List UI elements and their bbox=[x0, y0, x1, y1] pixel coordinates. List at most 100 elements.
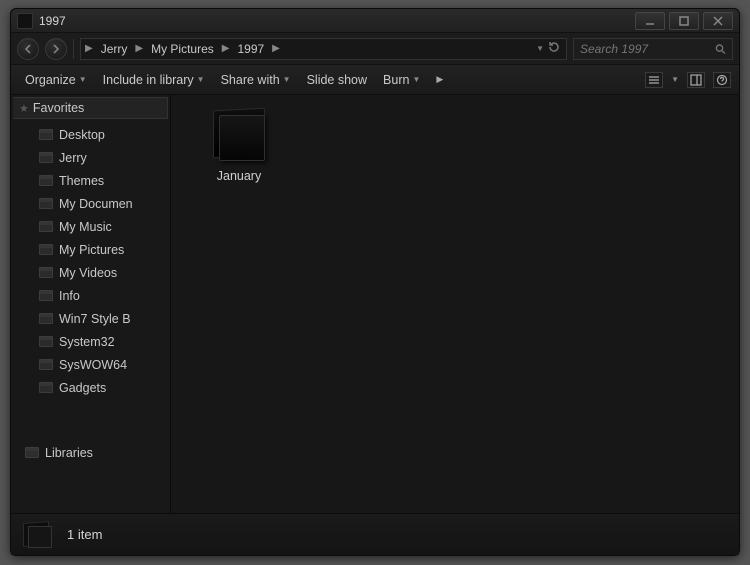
sidebar-item-label: Info bbox=[59, 289, 80, 303]
star-icon: ★ bbox=[19, 102, 29, 115]
include-in-library-menu[interactable]: Include in library▼ bbox=[97, 69, 211, 91]
search-icon bbox=[715, 43, 726, 55]
folder-icon bbox=[39, 336, 53, 347]
refresh-icon bbox=[548, 41, 560, 53]
sidebar-item[interactable]: My Videos bbox=[11, 261, 170, 284]
chevron-right-icon: ▶ bbox=[83, 43, 95, 54]
address-bar[interactable]: ▶ Jerry ▶ My Pictures ▶ 1997 ▶ ▼ bbox=[80, 38, 567, 60]
help-button[interactable] bbox=[713, 72, 731, 88]
chevron-right-icon: ▶ bbox=[133, 43, 145, 54]
forward-button[interactable] bbox=[45, 38, 67, 60]
sidebar-item[interactable]: Win7 Style B bbox=[11, 307, 170, 330]
folder-icon bbox=[39, 129, 53, 140]
details-summary: 1 item bbox=[67, 527, 102, 542]
menu-label: Organize bbox=[25, 73, 76, 87]
breadcrumb-part[interactable]: 1997 bbox=[231, 39, 270, 59]
organize-menu[interactable]: Organize▼ bbox=[19, 69, 93, 91]
minimize-icon bbox=[645, 16, 655, 26]
folder-item[interactable]: January bbox=[193, 103, 285, 183]
change-view-button[interactable] bbox=[645, 72, 663, 88]
minimize-button[interactable] bbox=[635, 12, 665, 30]
section-label: Favorites bbox=[33, 101, 84, 115]
sidebar-item-label: My Pictures bbox=[59, 243, 124, 257]
content-pane[interactable]: January bbox=[171, 95, 739, 513]
folder-icon bbox=[39, 198, 53, 209]
folder-icon bbox=[39, 290, 53, 301]
window-icon bbox=[17, 13, 33, 29]
preview-pane-icon bbox=[690, 74, 702, 86]
folder-large-icon bbox=[207, 103, 271, 163]
forward-arrow-icon bbox=[51, 44, 61, 54]
folder-icon bbox=[39, 267, 53, 278]
folder-icon bbox=[39, 175, 53, 186]
sidebar-item[interactable]: Info bbox=[11, 284, 170, 307]
search-box[interactable] bbox=[573, 38, 733, 60]
help-icon bbox=[716, 74, 728, 86]
explorer-window: 1997 ▶ Jerry ▶ My Pictures ▶ 1 bbox=[10, 8, 740, 556]
sidebar-item-label: Win7 Style B bbox=[59, 312, 131, 326]
folder-icon bbox=[39, 359, 53, 370]
breadcrumb-part[interactable]: Jerry bbox=[95, 39, 134, 59]
burn-menu[interactable]: Burn▼ bbox=[377, 69, 426, 91]
command-bar-right: ▼ bbox=[645, 72, 731, 88]
sidebar-item[interactable]: My Documen bbox=[11, 192, 170, 215]
command-bar: Organize▼ Include in library▼ Share with… bbox=[11, 65, 739, 95]
sidebar-item[interactable]: Themes bbox=[11, 169, 170, 192]
sidebar-item[interactable]: Desktop bbox=[11, 123, 170, 146]
breadcrumb-part[interactable]: My Pictures bbox=[145, 39, 220, 59]
sidebar-item-label: System32 bbox=[59, 335, 115, 349]
details-thumbnail-icon bbox=[21, 520, 55, 550]
refresh-button[interactable] bbox=[548, 41, 560, 56]
sidebar-item-label: Themes bbox=[59, 174, 104, 188]
window-buttons bbox=[631, 12, 733, 30]
sidebar-item-label: My Music bbox=[59, 220, 112, 234]
overflow-chevron-icon[interactable]: ▶ bbox=[430, 74, 449, 85]
close-icon bbox=[713, 16, 723, 26]
sidebar-item-label: My Videos bbox=[59, 266, 117, 280]
sidebar-item[interactable]: My Music bbox=[11, 215, 170, 238]
sidebar-item[interactable]: Jerry bbox=[11, 146, 170, 169]
chevron-down-icon: ▼ bbox=[197, 75, 205, 84]
libraries-header[interactable]: Libraries bbox=[11, 441, 170, 464]
sidebar-item[interactable]: System32 bbox=[11, 330, 170, 353]
libraries-icon bbox=[25, 447, 39, 458]
maximize-button[interactable] bbox=[669, 12, 699, 30]
chevron-right-icon: ▶ bbox=[220, 43, 232, 54]
sidebar-item[interactable]: My Pictures bbox=[11, 238, 170, 261]
favorites-header[interactable]: ★ Favorites bbox=[13, 97, 168, 119]
chevron-down-icon: ▼ bbox=[412, 75, 420, 84]
search-input[interactable] bbox=[580, 42, 711, 56]
maximize-icon bbox=[679, 16, 689, 26]
menu-label: Burn bbox=[383, 73, 409, 87]
chevron-down-icon: ▼ bbox=[283, 75, 291, 84]
history-dropdown-icon[interactable]: ▼ bbox=[536, 44, 544, 53]
menu-label: Share with bbox=[221, 73, 280, 87]
folder-icon bbox=[39, 152, 53, 163]
slideshow-button[interactable]: Slide show bbox=[301, 69, 373, 91]
menu-label: Slide show bbox=[307, 73, 367, 87]
folder-icon bbox=[39, 221, 53, 232]
close-button[interactable] bbox=[703, 12, 733, 30]
titlebar[interactable]: 1997 bbox=[11, 9, 739, 33]
address-bar-end: ▼ bbox=[536, 41, 564, 56]
navigation-pane[interactable]: ★ Favorites Desktop Jerry Themes My Docu… bbox=[11, 95, 171, 513]
sidebar-item[interactable]: Gadgets bbox=[11, 376, 170, 399]
sidebar-item-label: SysWOW64 bbox=[59, 358, 127, 372]
folder-label: January bbox=[217, 169, 261, 183]
body: ★ Favorites Desktop Jerry Themes My Docu… bbox=[11, 95, 739, 513]
sidebar-item-label: Jerry bbox=[59, 151, 87, 165]
share-with-menu[interactable]: Share with▼ bbox=[215, 69, 297, 91]
chevron-down-icon[interactable]: ▼ bbox=[671, 75, 679, 84]
back-button[interactable] bbox=[17, 38, 39, 60]
sidebar-item-label: Desktop bbox=[59, 128, 105, 142]
section-label: Libraries bbox=[45, 446, 93, 460]
menu-label: Include in library bbox=[103, 73, 194, 87]
details-pane: 1 item bbox=[11, 513, 739, 555]
sidebar-item[interactable]: SysWOW64 bbox=[11, 353, 170, 376]
view-icon bbox=[648, 74, 660, 86]
view-toggle: ▼ bbox=[645, 72, 731, 88]
sidebar-item-label: Gadgets bbox=[59, 381, 106, 395]
preview-pane-button[interactable] bbox=[687, 72, 705, 88]
navbar: ▶ Jerry ▶ My Pictures ▶ 1997 ▶ ▼ bbox=[11, 33, 739, 65]
chevron-down-icon: ▼ bbox=[79, 75, 87, 84]
